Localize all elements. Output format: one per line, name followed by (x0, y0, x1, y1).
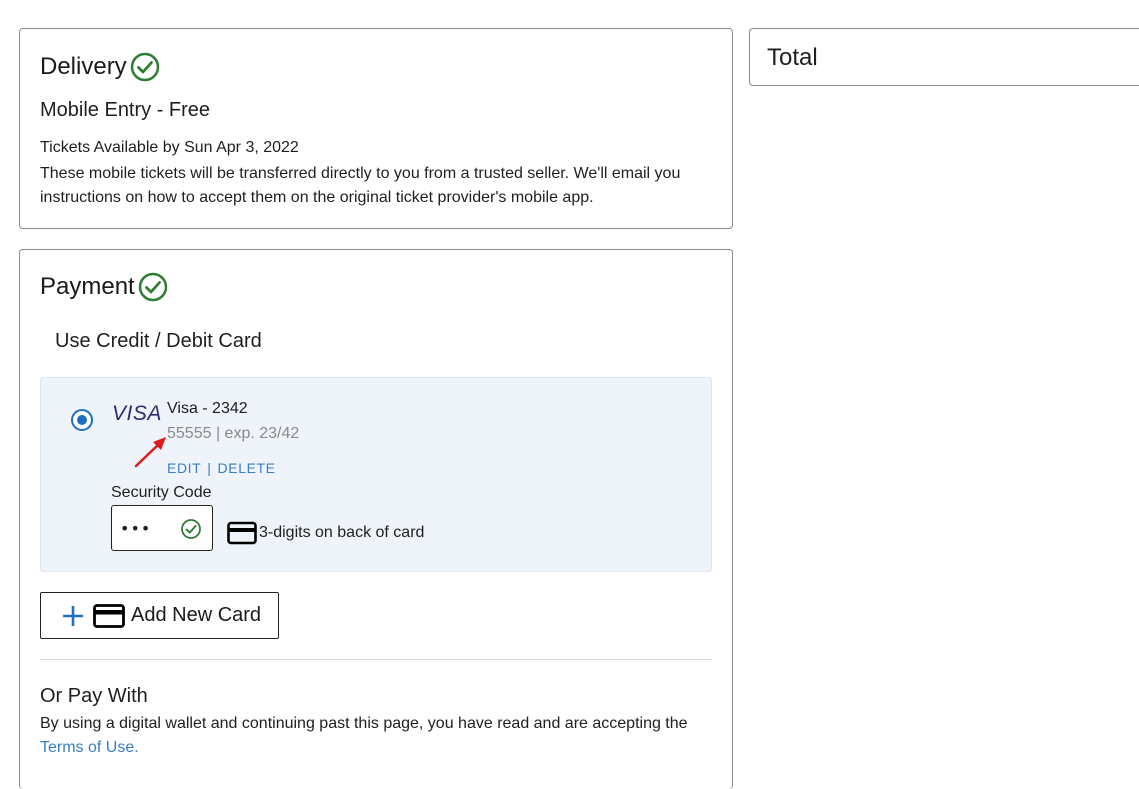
delivery-heading: Delivery (40, 52, 160, 82)
wallet-notice-text: By using a digital wallet and continuing… (40, 715, 688, 732)
delivery-description: These mobile tickets will be transferred… (40, 165, 681, 206)
add-new-card-label: Add New Card (131, 604, 262, 626)
add-new-card-button[interactable]: Add New Card (40, 592, 279, 639)
total-section: Total (749, 28, 1139, 86)
payment-heading: Payment (40, 272, 168, 302)
action-separator: | (207, 460, 212, 476)
digital-wallet-notice: By using a digital wallet and continuing… (40, 712, 720, 760)
card-name: Visa - 2342 (167, 400, 248, 417)
tickets-available-date: Tickets Available by Sun Apr 3, 2022 (40, 139, 299, 156)
delivery-title: Delivery (40, 53, 127, 80)
cvv-hint: 3-digits on back of card (259, 524, 425, 541)
check-circle-icon (130, 52, 159, 82)
terms-of-use-link[interactable]: Terms of Use. (40, 739, 139, 756)
security-code-input[interactable] (120, 516, 180, 540)
check-circle-icon (181, 519, 201, 539)
card-number-expiry: 55555 | exp. 23/42 (167, 425, 300, 442)
credit-card-icon (227, 521, 257, 545)
use-credit-debit-card-label: Use Credit / Debit Card (55, 330, 262, 352)
delivery-method: Mobile Entry - Free (40, 99, 211, 121)
check-circle-icon (138, 272, 167, 302)
section-divider (40, 659, 712, 660)
card-actions: EDIT | DELETE (167, 460, 276, 476)
saved-card-panel: VISA Visa - 2342 55555 | exp. 23/42 EDIT… (40, 377, 712, 572)
edit-card-link[interactable]: EDIT (167, 460, 201, 476)
saved-card-radio[interactable] (71, 409, 93, 431)
or-pay-with-heading: Or Pay With (40, 685, 148, 707)
payment-title: Payment (40, 273, 135, 300)
security-code-field[interactable] (111, 505, 213, 551)
credit-card-icon (93, 604, 125, 628)
delete-card-link[interactable]: DELETE (218, 460, 276, 476)
total-title: Total (767, 44, 818, 71)
red-arrow-annotation (134, 437, 166, 468)
plus-icon (63, 606, 83, 626)
delivery-section: Delivery Mobile Entry - Free Tickets Ava… (19, 28, 733, 229)
visa-logo: VISA (112, 402, 162, 425)
payment-section: Payment Use Credit / Debit Card VISA Vis… (19, 249, 733, 789)
security-code-label: Security Code (111, 484, 212, 501)
